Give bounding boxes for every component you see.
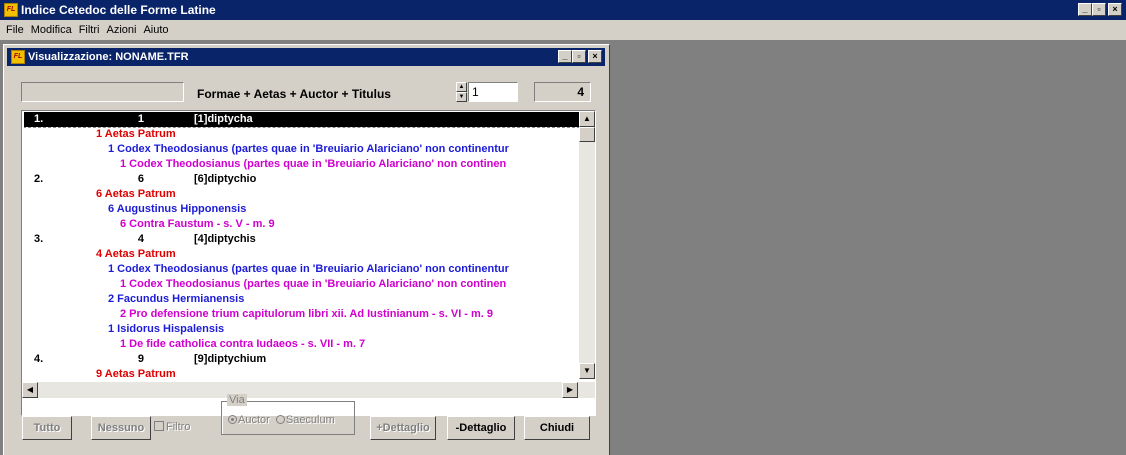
- plus-dettaglio-button[interactable]: +Dettaglio: [370, 416, 436, 440]
- row-auctor-text: 1 Isidorus Hispalensis: [108, 323, 225, 335]
- row-titulus-text: 6 Contra Faustum - s. V - m. 9: [120, 218, 275, 230]
- results-list[interactable]: 1. 1 [1]diptycha 1 Aetas Patrum 1 Codex Theo…: [21, 110, 596, 416]
- via-legend: Via: [227, 394, 247, 406]
- chiudi-button[interactable]: Chiudi: [524, 416, 590, 440]
- visualizzazione-window: FL Visualizzazione: NONAME.TFR _ ▫ × For…: [3, 44, 610, 455]
- list-row-forma[interactable]: 3. 4 [4]diptychis: [24, 232, 579, 247]
- filtro-checkbox-box[interactable]: [154, 421, 164, 431]
- row-aetas-text: 9 Aetas Patrum: [96, 368, 176, 380]
- row-forma: [6]diptychio: [194, 173, 257, 185]
- row-forma: [9]diptychium: [194, 353, 267, 365]
- maximize-button[interactable]: ▫: [1092, 3, 1106, 16]
- list-row-titulus[interactable]: 2 Pro defensione trium capitulorum libri…: [24, 307, 579, 322]
- minimize-button[interactable]: _: [1078, 3, 1092, 16]
- scroll-down-icon[interactable]: ▼: [579, 363, 595, 379]
- list-row-auctor[interactable]: 1 Codex Theodosianus (partes quae in 'Br…: [24, 142, 579, 157]
- results-list-rows: 1. 1 [1]diptycha 1 Aetas Patrum 1 Codex Theo…: [24, 112, 579, 382]
- list-row-aetas[interactable]: 9 Aetas Patrum: [24, 367, 579, 382]
- view-mode-label: Formae + Aetas + Auctor + Titulus: [197, 87, 391, 101]
- child-logo-icon: FL: [11, 50, 25, 64]
- app-title: Indice Cetedoc delle Forme Latine: [21, 3, 216, 17]
- row-aetas-text: 1 Aetas Patrum: [96, 128, 176, 140]
- spin-down-icon[interactable]: ▼: [456, 92, 467, 102]
- list-row-forma[interactable]: 2. 6 [6]diptychio: [24, 172, 579, 187]
- child-title: Visualizzazione: NONAME.TFR: [28, 51, 189, 63]
- via-groupbox: Via Auctor Saeculum: [221, 394, 355, 435]
- close-button[interactable]: ×: [1108, 3, 1122, 16]
- child-maximize-button[interactable]: ▫: [572, 50, 586, 63]
- row-count: 6: [137, 173, 144, 185]
- row-titulus-text: 1 De fide catholica contra Iudaeos - s. …: [120, 338, 366, 350]
- auctor-radio[interactable]: [228, 415, 237, 424]
- child-minimize-button[interactable]: _: [558, 50, 572, 63]
- vertical-scrollbar[interactable]: ▲ ▼: [579, 111, 595, 379]
- row-count: 1: [137, 113, 144, 125]
- row-titulus-text: 2 Pro defensione trium capitulorum libri…: [120, 308, 494, 320]
- row-forma: [4]diptychis: [194, 233, 256, 245]
- result-count: 4: [534, 82, 591, 102]
- app-titlebar: FL Indice Cetedoc delle Forme Latine _ ▫…: [0, 0, 1126, 20]
- list-row-aetas[interactable]: 6 Aetas Patrum: [24, 187, 579, 202]
- status-box: [21, 82, 184, 102]
- row-forma: [1]diptycha: [194, 113, 253, 125]
- spin-up-icon[interactable]: ▲: [456, 82, 467, 92]
- saeculum-radio-label: Saeculum: [285, 414, 335, 426]
- row-count: 9: [137, 353, 144, 365]
- child-window-controls: _ ▫ ×: [558, 50, 602, 63]
- list-row-auctor[interactable]: 6 Augustinus Hipponensis: [24, 202, 579, 217]
- list-row-titulus[interactable]: 1 Codex Theodosianus (partes quae in 'Br…: [24, 277, 579, 292]
- scroll-right-icon[interactable]: ▶: [562, 382, 578, 398]
- row-titulus-text: 1 Codex Theodosianus (partes quae in 'Br…: [120, 158, 507, 170]
- row-auctor-text: 2 Facundus Hermianensis: [108, 293, 245, 305]
- row-titulus-text: 1 Codex Theodosianus (partes quae in 'Br…: [120, 278, 507, 290]
- menubar: File Modifica Filtri Azioni Aiuto: [0, 20, 1126, 40]
- scroll-left-icon[interactable]: ◀: [22, 382, 38, 398]
- row-number: 4.: [34, 353, 44, 365]
- horizontal-scrollbar[interactable]: ◀ ▶: [22, 382, 595, 398]
- menu-file[interactable]: File: [4, 24, 29, 36]
- row-auctor-text: 6 Augustinus Hipponensis: [108, 203, 247, 215]
- list-row-aetas[interactable]: 1 Aetas Patrum: [24, 127, 579, 142]
- list-row-aetas[interactable]: 4 Aetas Patrum: [24, 247, 579, 262]
- row-aetas-text: 4 Aetas Patrum: [96, 248, 176, 260]
- list-row-auctor[interactable]: 1 Codex Theodosianus (partes quae in 'Br…: [24, 262, 579, 277]
- page-spinner[interactable]: ▲ ▼: [456, 82, 467, 102]
- scroll-thumb[interactable]: [579, 127, 595, 142]
- row-number: 2.: [34, 173, 44, 185]
- list-row-auctor[interactable]: 1 Isidorus Hispalensis: [24, 322, 579, 337]
- saeculum-radio[interactable]: [275, 415, 285, 424]
- menu-modifica[interactable]: Modifica: [29, 24, 77, 36]
- minus-dettaglio-button[interactable]: -Dettaglio: [447, 416, 515, 440]
- auctor-radio-label: Auctor: [238, 414, 270, 426]
- child-close-button[interactable]: ×: [588, 50, 602, 63]
- row-aetas-text: 6 Aetas Patrum: [96, 188, 176, 200]
- list-row-titulus[interactable]: 1 Codex Theodosianus (partes quae in 'Br…: [24, 157, 579, 172]
- row-number: 3.: [34, 233, 44, 245]
- menu-aiuto[interactable]: Aiuto: [141, 24, 173, 36]
- row-number: 1.: [34, 113, 44, 125]
- scroll-up-icon[interactable]: ▲: [579, 111, 595, 127]
- list-row-titulus[interactable]: 1 De fide catholica contra Iudaeos - s. …: [24, 337, 579, 352]
- app-window-controls: _ ▫ ×: [1078, 3, 1122, 16]
- list-row-titulus[interactable]: 6 Contra Faustum - s. V - m. 9: [24, 217, 579, 232]
- app-logo-icon: FL: [4, 3, 18, 17]
- row-auctor-text: 1 Codex Theodosianus (partes quae in 'Br…: [108, 143, 509, 155]
- nessuno-button[interactable]: Nessuno: [91, 416, 151, 440]
- list-row-auctor[interactable]: 2 Facundus Hermianensis: [24, 292, 579, 307]
- row-auctor-text: 1 Codex Theodosianus (partes quae in 'Br…: [108, 263, 509, 275]
- child-titlebar: FL Visualizzazione: NONAME.TFR _ ▫ ×: [7, 48, 605, 66]
- list-row-forma[interactable]: 1. 1 [1]diptycha: [24, 112, 579, 128]
- via-radio-row: Auctor Saeculum: [228, 414, 335, 426]
- filtro-label: Filtro: [166, 421, 191, 433]
- page-input[interactable]: 1: [468, 82, 518, 102]
- row-count: 4: [137, 233, 144, 245]
- list-row-forma[interactable]: 4. 9 [9]diptychium: [24, 352, 579, 367]
- filtro-checkbox[interactable]: Filtro: [154, 421, 190, 433]
- menu-filtri[interactable]: Filtri: [77, 24, 105, 36]
- tutto-button[interactable]: Tutto: [22, 416, 72, 440]
- menu-azioni[interactable]: Azioni: [104, 24, 141, 36]
